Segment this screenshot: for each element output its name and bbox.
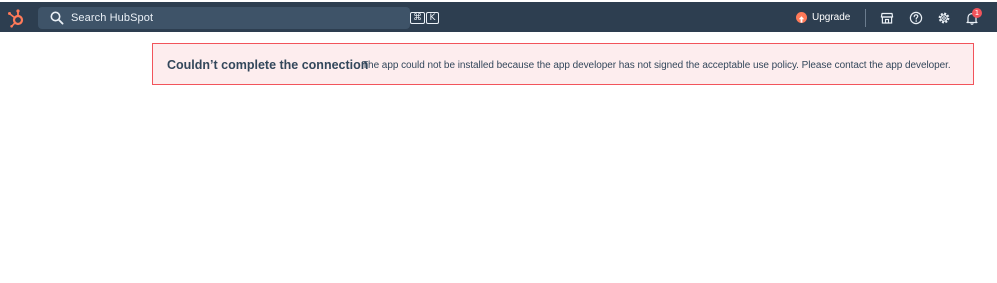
- notification-count-badge: 1: [972, 8, 982, 18]
- top-navigation-bar: Search HubSpot ⌘ K Upgrade 1: [0, 2, 997, 32]
- shortcut-key-command: ⌘: [410, 12, 425, 24]
- marketplace-icon[interactable]: [880, 11, 894, 25]
- shortcut-key-k: K: [426, 12, 439, 24]
- alert-message: The app could not be installed because t…: [362, 60, 951, 71]
- nav-divider: [865, 9, 866, 27]
- help-icon[interactable]: [909, 11, 923, 25]
- settings-icon[interactable]: [937, 11, 951, 25]
- search-bar[interactable]: Search HubSpot ⌘ K: [38, 7, 439, 29]
- upgrade-label: Upgrade: [812, 12, 851, 23]
- error-alert: Couldn’t complete the connection The app…: [152, 43, 974, 85]
- upgrade-arrow-icon: [796, 12, 807, 23]
- alert-title: Couldn’t complete the connection: [167, 58, 369, 72]
- search-input[interactable]: Search HubSpot: [71, 12, 153, 24]
- search-icon: [50, 11, 64, 25]
- hubspot-sprocket-icon[interactable]: [7, 8, 27, 28]
